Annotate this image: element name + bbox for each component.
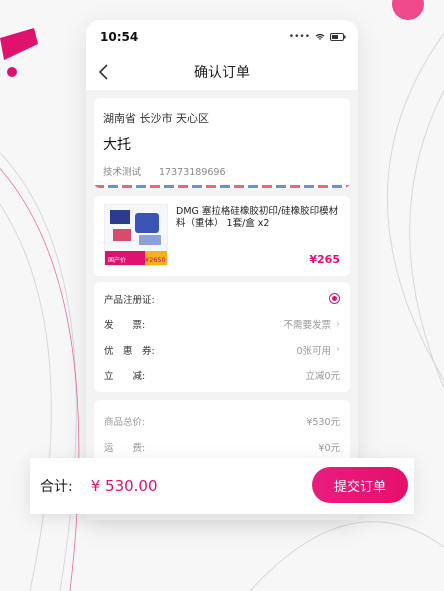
chevron-right-icon: ›	[336, 344, 340, 356]
summary-label: 运 费:	[104, 443, 146, 454]
product-price: ¥265	[309, 253, 340, 266]
option-discount: 立 减: 立减0元	[104, 363, 340, 389]
checkout-bar: 合计: ¥ 530.00 提交订单	[30, 458, 414, 514]
address-card[interactable]: 湖南省 长沙市 天心区 大托 技术测试 17373189696	[94, 98, 350, 188]
product-card[interactable]: 国产价 ¥2650 DMG 塞拉格硅橡胶初印/硅橡胶印模材料（重体） 1套/盒 …	[94, 196, 350, 276]
option-label: 立 减:	[104, 371, 146, 383]
address-region: 湖南省 长沙市 天心区	[103, 112, 209, 125]
submit-order-button[interactable]: 提交订单	[312, 467, 408, 503]
product-image: 国产价 ¥2650	[104, 204, 168, 266]
product-name: DMG 塞拉格硅橡胶初印/硅橡胶印模材料（重体） 1套/盒 x2	[176, 206, 339, 229]
contact-phone: 17373189696	[159, 167, 226, 178]
option-value: 0张可用	[296, 345, 331, 357]
option-registration[interactable]: 产品注册证:	[104, 286, 340, 312]
thumb-tag: 国产价	[108, 256, 126, 264]
status-bar: 10:54 ••••	[86, 20, 358, 54]
address-name: 大托	[103, 137, 131, 153]
product-photo: 国产价 ¥2650	[105, 205, 167, 265]
option-invoice[interactable]: 发 票: 不需要发票 ›	[104, 312, 340, 338]
address-envelope-stripe	[94, 185, 350, 188]
wifi-icon	[315, 33, 325, 40]
phone-screen: 10:54 •••• 确认订单 湖南省 长沙市 天心区 大托 技术测试 17373…	[86, 20, 358, 520]
page-title: 确认订单	[194, 65, 250, 81]
radio-selected-icon[interactable]	[329, 293, 340, 305]
signal-icon: ••••	[288, 32, 310, 42]
address-contact: 技术测试 17373189696	[103, 164, 341, 178]
nav-bar: 确认订单	[86, 54, 358, 90]
option-coupon[interactable]: 优 惠 券: 0张可用 ›	[104, 337, 340, 363]
summary-row: 运 费: ¥0元	[104, 434, 340, 460]
summary-value: ¥530元	[306, 417, 340, 428]
option-value: 不需要发票	[283, 320, 331, 332]
chevron-right-icon: ›	[336, 318, 340, 330]
option-label: 产品注册证:	[104, 294, 155, 306]
total-label: 合计:	[40, 479, 73, 495]
option-label: 优 惠 券:	[104, 345, 155, 357]
battery-icon	[330, 33, 346, 41]
contact-name: 技术测试	[103, 167, 142, 178]
cart-icon-decoration	[0, 28, 38, 77]
chevron-left-icon[interactable]	[94, 62, 114, 82]
summary-value: ¥0元	[318, 443, 340, 454]
total-amount: ¥ 530.00	[90, 477, 158, 495]
order-options: 产品注册证: 发 票: 不需要发票 › 优 惠 券: 0张可用 › 立 减: 立减0…	[94, 282, 350, 392]
summary-label: 商品总价:	[104, 417, 146, 428]
option-value: 立减0元	[305, 371, 340, 383]
thumb-price: ¥2650	[145, 256, 166, 264]
status-time: 10:54	[100, 30, 139, 44]
option-label: 发 票:	[104, 320, 146, 332]
summary-row: 商品总价: ¥530元	[104, 408, 340, 434]
status-icons: ••••	[289, 32, 346, 42]
